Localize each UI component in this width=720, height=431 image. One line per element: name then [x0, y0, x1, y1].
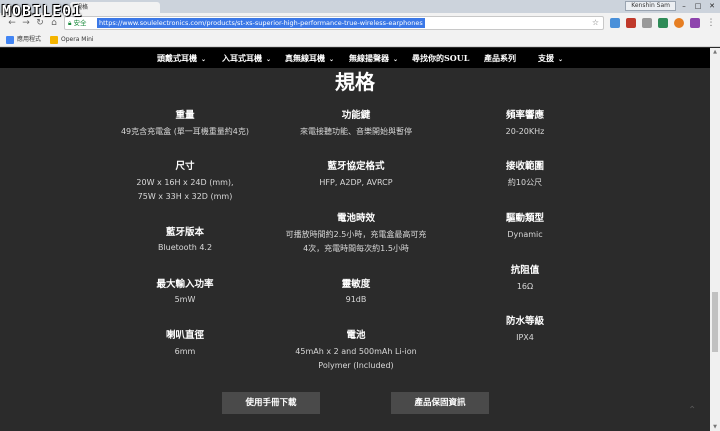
menu-icon[interactable]: ⋮ [705, 17, 717, 29]
chevron-down-icon: ⌄ [329, 56, 335, 63]
spec-label-driver-diameter: 喇叭直徑 [165, 330, 204, 341]
spec-label-sensitivity: 靈敏度 [341, 279, 371, 290]
spec-label-weight: 重量 [175, 110, 195, 121]
chevron-down-icon: ⌄ [558, 56, 564, 63]
scroll-up-icon[interactable]: ▲ [710, 48, 720, 56]
spec-value-impedance: 16Ω [516, 282, 534, 291]
bookmark-star-icon[interactable]: ☆ [592, 17, 599, 29]
spec-label-range: 接收範圍 [505, 161, 544, 172]
spec-label-function-keys: 功能鍵 [341, 110, 371, 121]
spec-value-battery: 45mAh x 2 and 500mAh Li-ion [295, 347, 417, 356]
close-icon[interactable]: ✕ [706, 1, 718, 11]
spec-value-battery-life: 可播放時間約2.5小時，充電盒最高可充 [285, 230, 427, 239]
extension-icon[interactable] [610, 18, 620, 28]
maximize-icon[interactable]: □ [692, 1, 704, 11]
spec-value-dimensions: 20W x 16H x 24D (mm), [136, 178, 234, 187]
spec-label-waterproof: 防水等級 [505, 316, 544, 327]
spec-value-driver-diameter: 6mm [174, 347, 196, 356]
spec-value-range: 約10公尺 [507, 178, 543, 187]
nav-item-find-soul[interactable]: 尋找你的SOUL [412, 48, 469, 68]
site-nav: 頭戴式耳機 ⌄ 入耳式耳機 ⌄ 真無線耳機 ⌄ 無線揚聲器 ⌄ 尋找你的SOUL 產品系… [0, 48, 710, 68]
extension-icon[interactable] [690, 18, 700, 28]
extension-icon[interactable] [642, 18, 652, 28]
folder-icon [50, 35, 58, 44]
watermark-logo: MOBILE01 [2, 2, 83, 20]
spec-value-frequency: 20-20KHz [505, 127, 545, 136]
scroll-down-icon[interactable]: ▼ [710, 423, 720, 431]
lock-icon: 🔒︎ [68, 19, 72, 27]
spec-label-frequency: 頻率響應 [505, 110, 544, 121]
spec-label-battery-life: 電池時效 [336, 213, 375, 224]
spec-label-battery: 電池 [346, 330, 366, 341]
spec-value-battery-2: Polymer (Included) [318, 361, 394, 370]
spec-value-sensitivity: 91dB [345, 295, 367, 304]
bookmarks-bar: 應用程式 Opera Mini [0, 33, 720, 47]
spec-label-max-input: 最大輸入功率 [156, 279, 214, 290]
browser-tab[interactable]: 規格 [70, 2, 160, 13]
spec-value-driver-type: Dynamic [507, 230, 543, 239]
minimize-icon[interactable]: – [678, 1, 690, 11]
spec-label-bt-profiles: 藍牙協定格式 [327, 161, 385, 172]
address-bar[interactable]: 🔒︎ 安全 https://www.soulelectronics.com/pr… [64, 16, 604, 30]
scrollbar-track[interactable] [710, 48, 720, 431]
browser-tab-bar: 規格 Kenshin Sam – □ ✕ [0, 0, 720, 13]
spec-value-battery-life-2: 4次，充電時間每次約1.5小時 [303, 244, 409, 253]
spec-value-function-keys: 來電接聽功能、音樂開始與暫停 [300, 127, 412, 136]
nav-item-collections[interactable]: 產品系列 [484, 48, 516, 68]
spec-label-dimensions: 尺寸 [175, 161, 195, 172]
manual-download-button[interactable]: 使用手冊下載 [222, 392, 320, 414]
extension-icon[interactable] [626, 18, 636, 28]
scrollbar-thumb[interactable] [712, 292, 718, 352]
scroll-to-top-icon[interactable]: ⌃ [688, 405, 696, 416]
spec-value-dimensions-2: 75W x 33H x 32D (mm) [137, 192, 233, 201]
spec-label-impedance: 抗阻值 [510, 265, 540, 276]
warranty-info-button[interactable]: 產品保固資訊 [391, 392, 489, 414]
extension-icon[interactable] [674, 18, 684, 28]
spec-value-waterproof: IPX4 [516, 333, 534, 342]
chevron-down-icon: ⌄ [201, 56, 207, 63]
bookmark-opera-mini[interactable]: Opera Mini [50, 35, 94, 45]
apps-icon [6, 35, 14, 44]
profile-button[interactable]: Kenshin Sam [625, 1, 676, 11]
spec-label-driver-type: 驅動類型 [505, 213, 544, 224]
spec-value-bt-profiles: HFP, A2DP, AVRCP [319, 178, 393, 187]
spec-value-max-input: 5mW [174, 295, 196, 304]
url-text[interactable]: https://www.soulelectronics.com/products… [97, 18, 425, 28]
bookmark-apps[interactable]: 應用程式 [6, 35, 41, 45]
extension-icon[interactable] [658, 18, 668, 28]
chevron-down-icon: ⌄ [393, 56, 399, 63]
chevron-down-icon: ⌄ [266, 56, 272, 63]
page-title: 規格 [335, 70, 375, 94]
browser-toolbar: ← → ↻ ⌂ 🔒︎ 安全 https://www.soulelectronic… [0, 13, 720, 33]
spec-value-weight: 49克含充電盒 (單一耳機重量約4克) [120, 127, 250, 136]
spec-label-bluetooth: 藍牙版本 [165, 227, 204, 238]
